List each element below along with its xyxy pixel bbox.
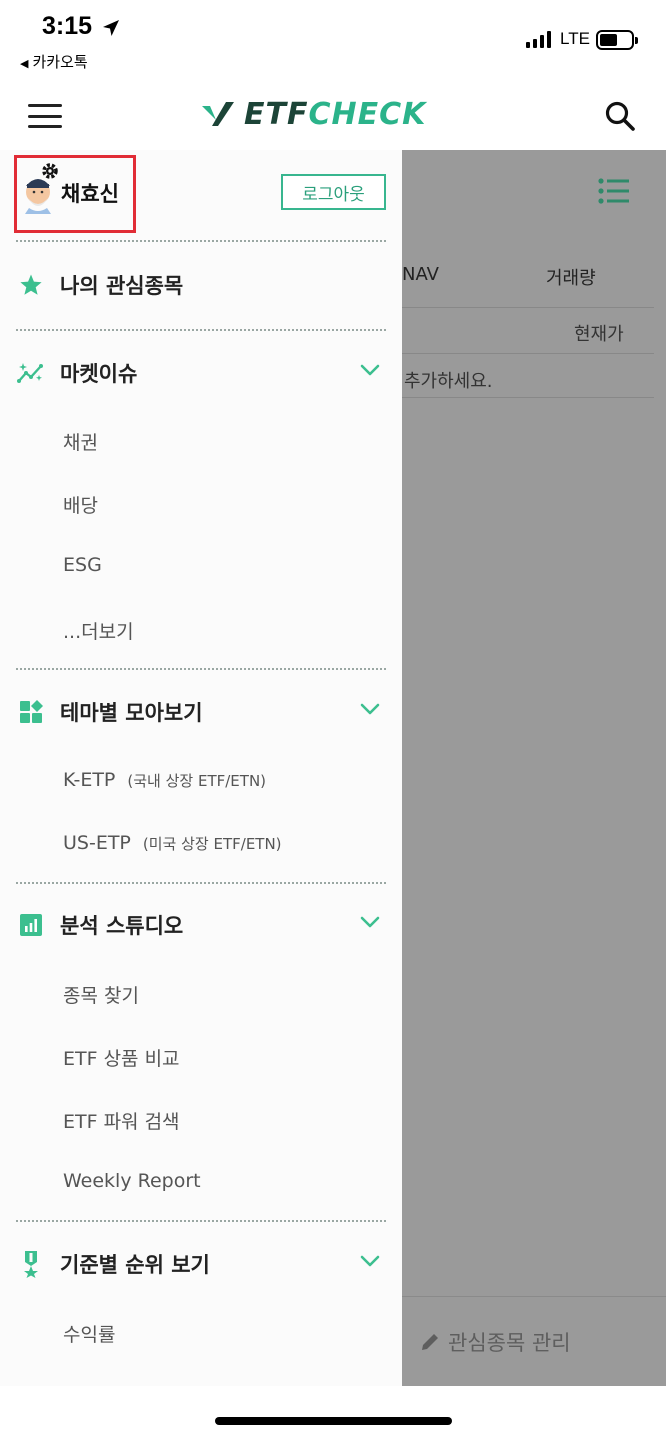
column-nav: NAV <box>402 264 439 285</box>
status-bar: 3:15 ◀ 카카오톡 LTE <box>0 0 666 80</box>
logo-check-text: CHECK <box>308 96 427 132</box>
divider <box>16 1220 386 1222</box>
nav-section-theme[interactable]: 테마별 모아보기 <box>16 692 386 732</box>
manage-favorites-label: 관심종목 관리 <box>448 1331 571 1355</box>
menu-item-us-etp[interactable]: US-ETP (미국 상장 ETF/ETN) <box>63 832 282 854</box>
menu-item-esg[interactable]: ESG <box>63 554 102 576</box>
divider <box>16 240 386 242</box>
back-app-label: 카카오톡 <box>32 53 88 71</box>
etfcheck-logo[interactable]: ETF CHECK <box>200 94 426 134</box>
star-icon <box>20 274 42 295</box>
column-volume: 거래량 <box>546 268 596 289</box>
us-etp-label: US-ETP <box>63 832 131 854</box>
chevron-down-icon[interactable] <box>360 915 380 929</box>
divider <box>16 668 386 670</box>
pencil-icon <box>422 1334 438 1350</box>
app-screen: 3:15 ◀ 카카오톡 LTE ETF CHECK NAV 거래량 현재가 추가… <box>0 0 666 1440</box>
manage-favorites-button[interactable]: 관심종목 관리 <box>420 1327 571 1357</box>
menu-item-dividend[interactable]: 배당 <box>63 491 98 518</box>
side-drawer: 채효신 로그아웃 나의 관심종목 마켓이슈 채권 배당 ESG ...더보기 테… <box>0 150 402 1386</box>
cellular-signal-icon <box>526 31 551 48</box>
home-indicator[interactable] <box>215 1417 452 1425</box>
empty-list-message: 추가하세요. <box>404 371 493 392</box>
user-name: 채효신 <box>61 182 119 206</box>
chevron-down-icon[interactable] <box>360 363 380 377</box>
menu-item-bond[interactable]: 채권 <box>63 428 98 455</box>
back-triangle-icon: ◀ <box>20 57 29 70</box>
logout-button[interactable]: 로그아웃 <box>281 174 386 210</box>
nav-section-studio[interactable]: 분석 스튜디오 <box>16 905 386 945</box>
menu-item-etf-power-search[interactable]: ETF 파워 검색 <box>63 1107 180 1134</box>
market-issue-title: 마켓이슈 <box>60 362 138 386</box>
studio-title: 분석 스튜디오 <box>60 914 184 938</box>
bar-chart-icon <box>20 914 42 936</box>
menu-item-etf-compare[interactable]: ETF 상품 비교 <box>63 1044 180 1071</box>
battery-icon <box>596 30 638 50</box>
list-view-icon <box>598 178 629 204</box>
ranking-title: 기준별 순위 보기 <box>60 1253 210 1277</box>
bottom-bar: 관심종목 관리 <box>402 1296 666 1386</box>
divider <box>16 882 386 884</box>
back-to-app-link[interactable]: ◀ 카카오톡 <box>20 51 88 72</box>
user-profile-highlight[interactable]: 채효신 <box>14 155 136 233</box>
favorites-label: 나의 관심종목 <box>60 274 184 298</box>
divider <box>16 329 386 331</box>
menu-item-more[interactable]: ...더보기 <box>63 617 134 644</box>
app-header: ETF CHECK <box>0 80 666 150</box>
k-etp-note: (국내 상장 ETF/ETN) <box>127 772 267 790</box>
menu-item-find-stocks[interactable]: 종목 찾기 <box>63 981 139 1008</box>
nav-section-ranking[interactable]: 기준별 순위 보기 <box>16 1244 386 1284</box>
logo-etf-text: ETF <box>244 96 309 132</box>
hamburger-icon[interactable] <box>28 104 62 128</box>
check-mark-logo-icon <box>202 102 234 126</box>
nav-section-market-issue[interactable]: 마켓이슈 <box>16 353 386 393</box>
location-arrow-icon <box>103 20 119 36</box>
theme-title: 테마별 모아보기 <box>60 701 203 725</box>
chevron-down-icon[interactable] <box>360 1254 380 1268</box>
battery-level-fill <box>600 34 617 46</box>
gear-icon <box>42 163 58 179</box>
us-etp-note: (미국 상장 ETF/ETN) <box>142 835 282 853</box>
menu-item-k-etp[interactable]: K-ETP (국내 상장 ETF/ETN) <box>63 769 266 791</box>
k-etp-label: K-ETP <box>63 769 116 791</box>
medal-icon <box>24 1251 38 1278</box>
background-screen-overlay[interactable]: NAV 거래량 현재가 추가하세요. 관심종목 관리 <box>402 150 666 1386</box>
network-type: LTE <box>560 29 590 48</box>
search-icon[interactable] <box>604 100 636 132</box>
trend-sparkle-icon <box>17 363 43 383</box>
menu-item-return-rate[interactable]: 수익률 <box>63 1320 115 1347</box>
chevron-down-icon[interactable] <box>360 702 380 716</box>
status-time: 3:15 <box>42 12 93 40</box>
menu-item-weekly-report[interactable]: Weekly Report <box>63 1170 201 1192</box>
dashboard-tiles-icon <box>20 700 43 723</box>
column-price: 현재가 <box>574 324 624 345</box>
nav-favorites[interactable]: 나의 관심종목 <box>16 265 386 305</box>
